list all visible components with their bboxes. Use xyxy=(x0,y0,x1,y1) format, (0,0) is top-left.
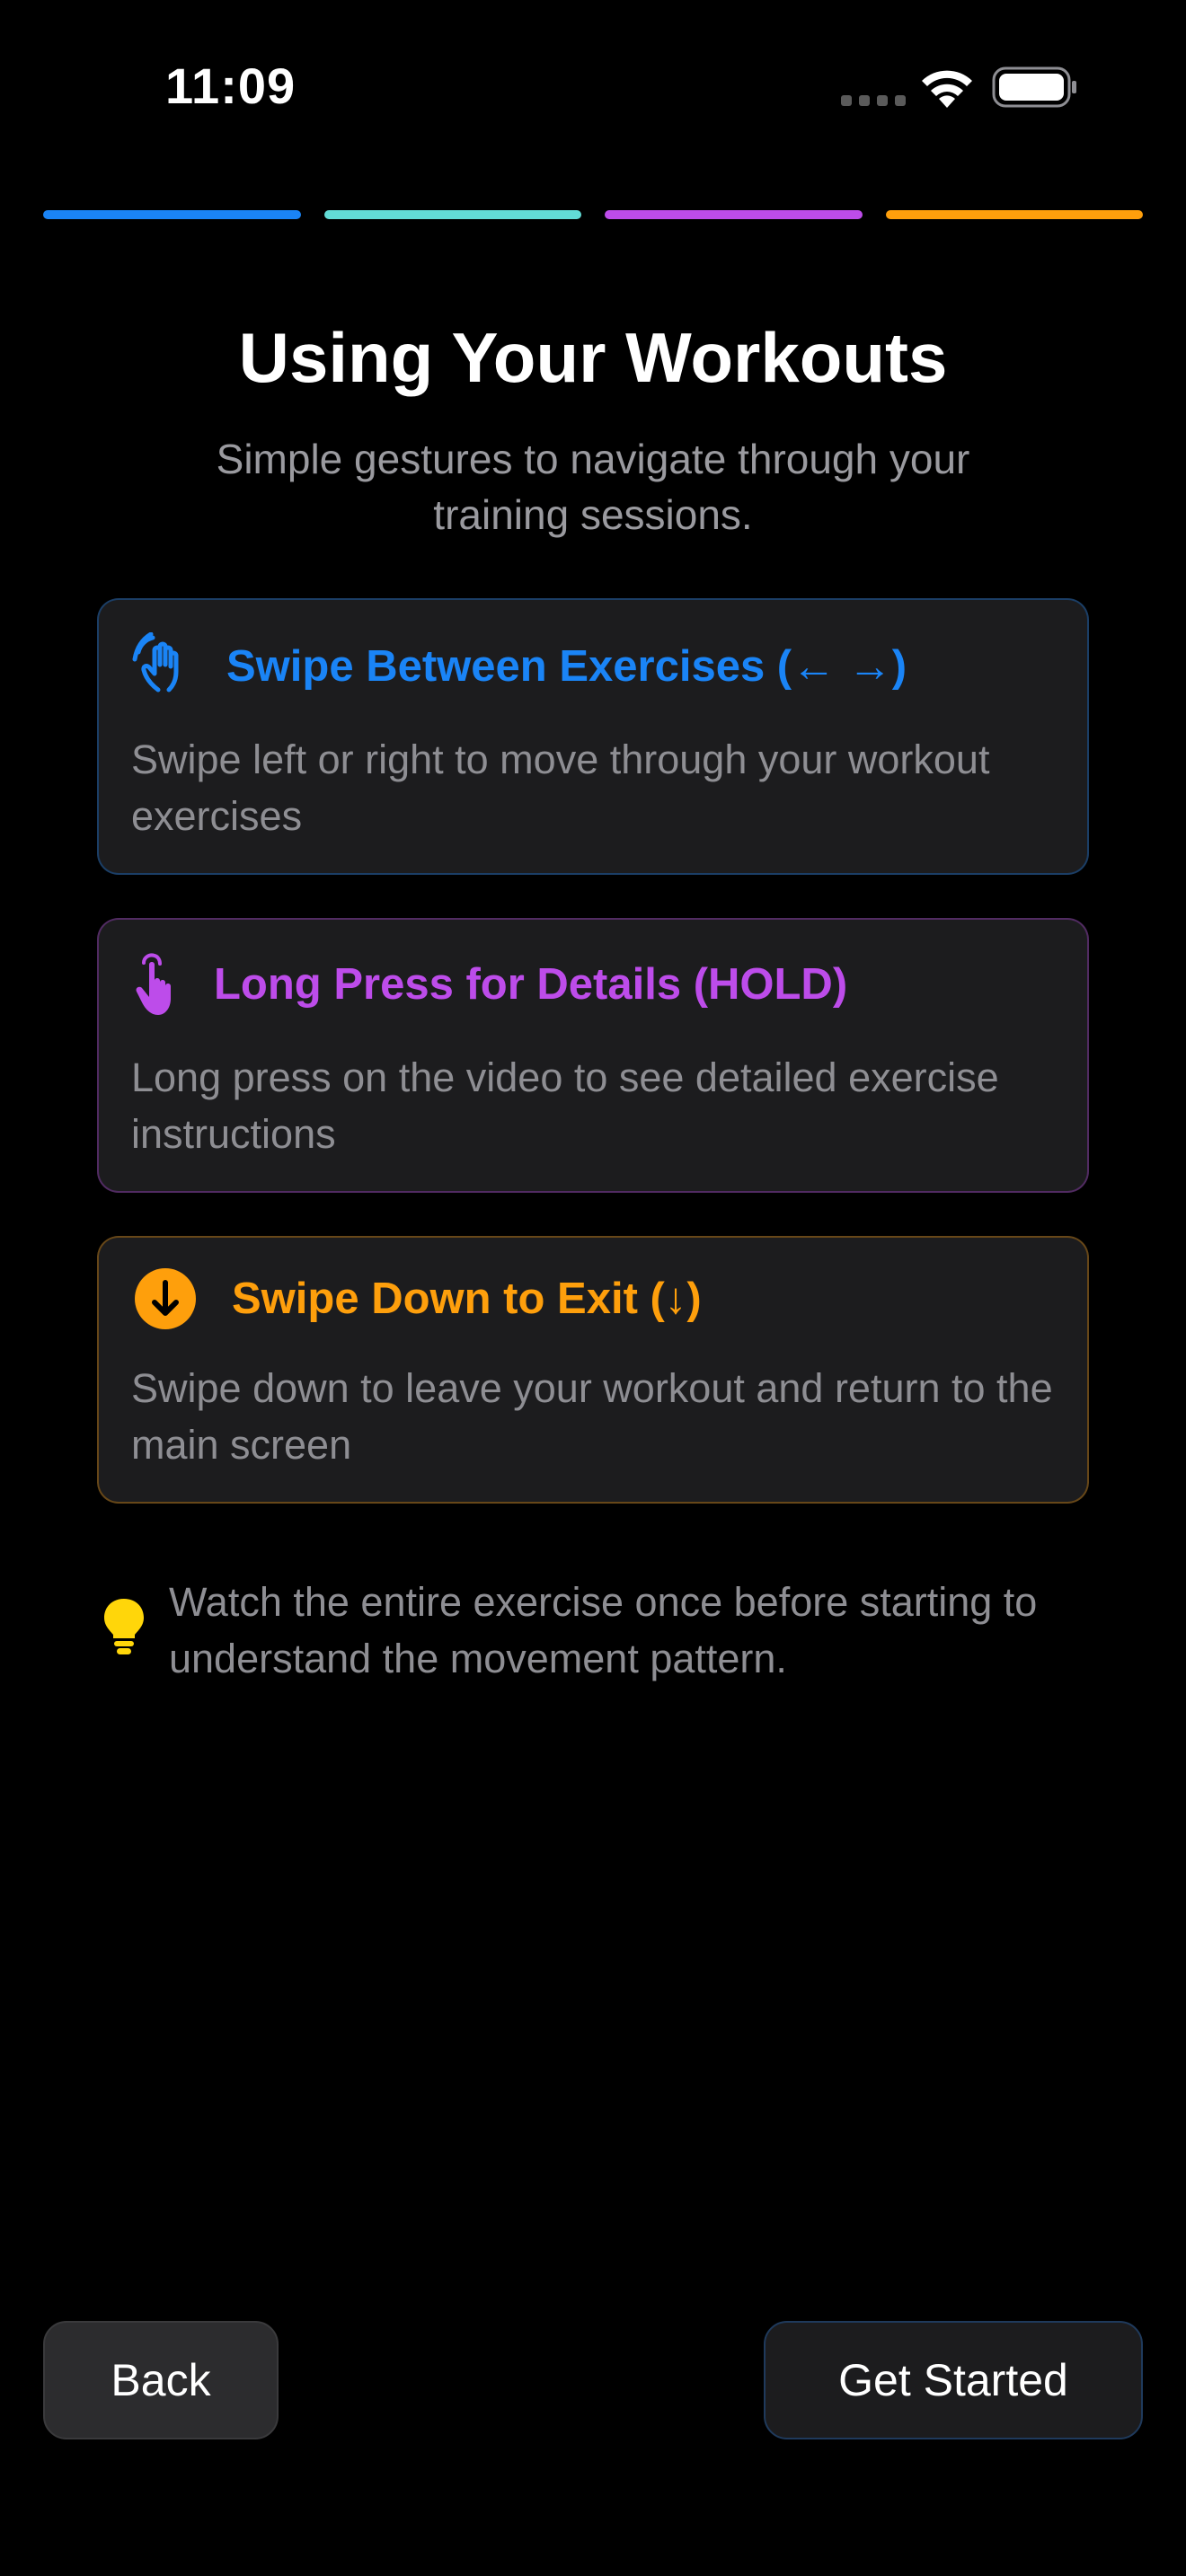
progress-segment-4 xyxy=(885,210,1143,219)
progress-segment-1 xyxy=(43,210,301,219)
gesture-card-swipe: Swipe Between Exercises (← →) Swipe left… xyxy=(97,598,1089,875)
gesture-description-swipe-down: Swipe down to leave your workout and ret… xyxy=(131,1365,1053,1468)
tip-text: Watch the entire exercise once before st… xyxy=(169,1579,1038,1681)
gesture-title-swipe-down: Swipe Down to Exit (↓) xyxy=(232,1275,702,1323)
progress-segment-3 xyxy=(605,210,863,219)
gesture-card-swipe-down: Swipe Down to Exit (↓) Swipe down to lea… xyxy=(97,1236,1089,1504)
progress-segment-2 xyxy=(323,210,581,219)
battery-icon xyxy=(992,66,1076,108)
page-subtitle: Simple gestures to navigate through your… xyxy=(216,436,970,538)
arrow-down-circle-icon xyxy=(131,1265,199,1333)
lightbulb-icon xyxy=(104,1599,144,1654)
status-time: 11:09 xyxy=(165,57,296,114)
cellular-signal-icon xyxy=(841,95,906,106)
press-hand-icon xyxy=(131,950,190,1019)
onboarding-progress xyxy=(43,210,1143,219)
gesture-description-swipe: Swipe left or right to move through your… xyxy=(131,737,990,839)
gesture-title-long-press: Long Press for Details (HOLD) xyxy=(214,960,848,1009)
swipe-hand-icon xyxy=(131,632,199,701)
gesture-card-long-press: Long Press for Details (HOLD) Long press… xyxy=(97,918,1089,1193)
back-button[interactable]: Back xyxy=(43,2321,279,2439)
gesture-title-swipe: Swipe Between Exercises (← →) xyxy=(226,642,907,691)
get-started-button[interactable]: Get Started xyxy=(764,2321,1143,2439)
page-title: Using Your Workouts xyxy=(238,318,948,397)
wifi-icon xyxy=(922,70,972,108)
gesture-description-long-press: Long press on the video to see detailed … xyxy=(131,1054,999,1157)
